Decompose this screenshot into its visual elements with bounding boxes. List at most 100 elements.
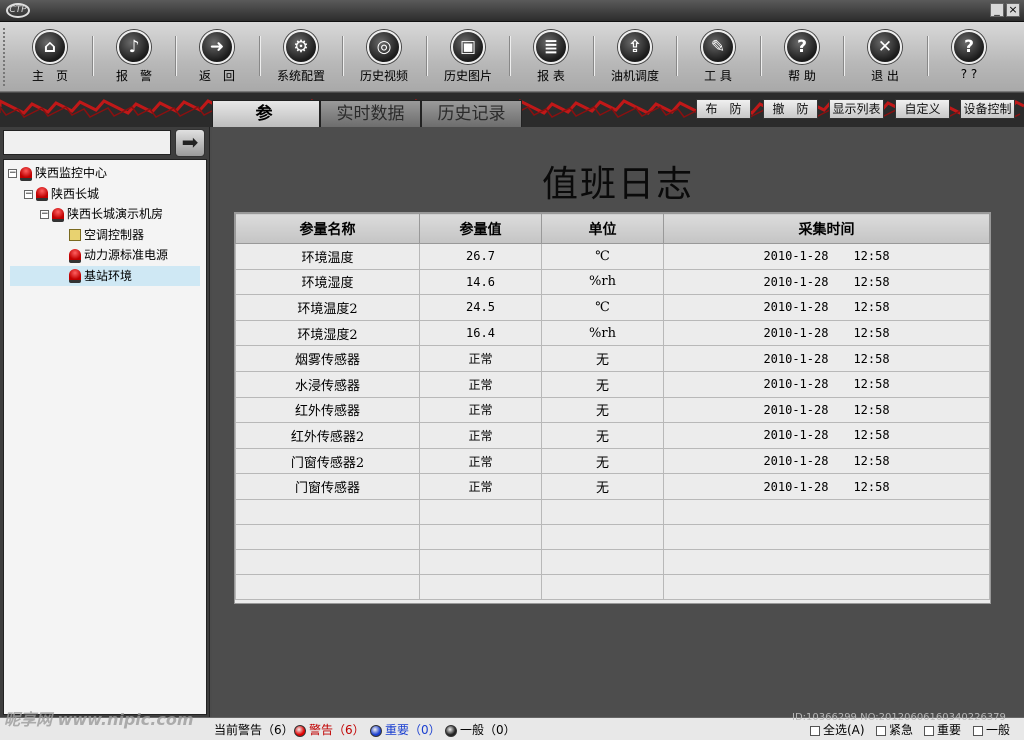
- empty-cell: [663, 523, 990, 550]
- empty-cell: [419, 548, 542, 575]
- tree-node-label: 动力源标准电源: [84, 248, 169, 262]
- column-header-time: 采集时间: [663, 213, 990, 244]
- filter-label: 一般: [986, 723, 1011, 737]
- picture-icon: ▣: [451, 30, 485, 64]
- cell-unit: 无: [541, 473, 664, 500]
- collapse-icon[interactable]: −: [40, 210, 49, 219]
- report-icon: ≣: [534, 30, 568, 64]
- show-list-button[interactable]: 显示列表: [829, 99, 884, 119]
- cell-param-name: 门窗传感器2: [235, 447, 420, 475]
- tab-history[interactable]: 历史记录: [421, 100, 522, 127]
- table-row[interactable]: 门窗传感器 正常无 2010-1-28 12:58: [235, 473, 990, 500]
- collect-date: 2010-1-28: [763, 351, 829, 366]
- empty-table-row: [235, 498, 990, 525]
- tab-params[interactable]: 参 数: [212, 100, 320, 150]
- gears-icon: ⚙: [284, 30, 318, 64]
- tree-node[interactable]: − 陕西长城演示机房: [40, 204, 163, 224]
- table-row[interactable]: 水浸传感器 正常无 2010-1-28 12:58: [235, 370, 990, 398]
- toolbar-button-generator[interactable]: ⇪ 油机调度: [600, 26, 670, 88]
- tree-node[interactable]: 基站环境: [10, 265, 200, 286]
- question-icon: ?: [952, 30, 986, 64]
- current-warning-label: 当前警告（6）: [214, 723, 294, 737]
- cell-unit: %rh: [541, 319, 664, 347]
- cell-param-value: 正常: [419, 345, 542, 372]
- table-row[interactable]: 环境湿度 14.6 %rh 2010-1-28 12:58: [235, 268, 990, 296]
- toolbar-button-bell[interactable]: ♪ 报 警: [99, 26, 169, 88]
- collect-time: 12:58: [853, 249, 890, 264]
- tab-realtime-data[interactable]: 实时数据: [320, 100, 421, 127]
- table-row[interactable]: 环境湿度2 16.4 %rh 2010-1-28 12:58: [235, 319, 990, 347]
- toolbar-separator: [426, 36, 428, 76]
- cell-unit: 无: [541, 396, 664, 424]
- status-important[interactable]: 重要（0）: [370, 721, 441, 738]
- collapse-icon[interactable]: −: [24, 189, 33, 199]
- table-row[interactable]: 环境温度2 24.5 ℃ 2010-1-28 12:58: [235, 294, 990, 321]
- tree-node[interactable]: 空调控制器: [56, 225, 144, 245]
- disarm-button[interactable]: 撤 防: [763, 99, 818, 119]
- device-tree: − 陕西监控中心 − 陕西长城 − 陕西长城演示机房 空调控制器 动力源标准电源 基站环境: [3, 159, 207, 715]
- tree-search-input[interactable]: [3, 130, 171, 155]
- collect-date: 2010-1-28: [763, 300, 829, 315]
- table-row[interactable]: 烟雾传感器 正常无 2010-1-28 12:58: [235, 345, 990, 372]
- table-row[interactable]: 环境温度 26.7 ℃ 2010-1-28 12:58: [235, 243, 990, 270]
- tree-node[interactable]: 动力源标准电源: [56, 245, 168, 265]
- empty-cell: [541, 498, 664, 525]
- cell-collect-time: 2010-1-28 12:58: [663, 319, 990, 347]
- tree-node-label: 基站环境: [84, 268, 133, 283]
- search-go-button[interactable]: ➡: [175, 129, 205, 157]
- status-warning[interactable]: 警告（6）: [294, 721, 365, 738]
- toolbar-button-report[interactable]: ≣ 报 表: [516, 26, 586, 88]
- air-conditioner-icon: [69, 229, 81, 241]
- status-normal[interactable]: 一般（0）: [445, 721, 516, 738]
- cell-collect-time: 2010-1-28 12:58: [663, 370, 990, 398]
- minimize-button[interactable]: _: [990, 3, 1004, 17]
- close-window-button[interactable]: ×: [1006, 3, 1020, 17]
- collapse-icon[interactable]: −: [8, 169, 17, 178]
- toolbar-button-gears[interactable]: ⚙ 系统配置: [266, 26, 336, 88]
- customize-button[interactable]: 自定义: [895, 99, 950, 119]
- toolbar-button-label: 报 警: [115, 69, 152, 83]
- cell-param-name: 环境湿度2: [235, 319, 420, 347]
- cell-collect-time: 2010-1-28 12:58: [663, 345, 990, 372]
- tree-node[interactable]: − 陕西监控中心: [8, 163, 107, 183]
- page-title: 值班日志: [541, 164, 694, 205]
- filter-select-all[interactable]: 全选(A): [810, 721, 865, 738]
- table-row[interactable]: 红外传感器2 正常无 2010-1-28 12:58: [235, 422, 990, 449]
- cell-param-name: 门窗传感器: [235, 473, 420, 500]
- toolbar-separator: [175, 36, 177, 76]
- toolbar-button-help[interactable]: ? 帮 助: [767, 26, 837, 88]
- empty-cell: [663, 548, 990, 575]
- duty-log-table: 参量名称 参量值 单位 采集时间 环境温度 26.7 ℃ 2010-1-28 12:58…: [234, 212, 991, 604]
- cell-param-value: 正常: [419, 370, 542, 398]
- toolbar-button-film-reel[interactable]: ◎ 历史视频: [349, 26, 419, 88]
- table-row[interactable]: 红外传感器 正常无 2010-1-28 12:58: [235, 396, 990, 424]
- toolbar-grip[interactable]: [3, 28, 7, 86]
- toolbar-button-picture[interactable]: ▣ 历史图片: [433, 26, 503, 88]
- table-row[interactable]: 门窗传感器2 正常无 2010-1-28 12:58: [235, 447, 990, 475]
- tree-node[interactable]: − 陕西长城: [24, 184, 99, 204]
- toolbar-button-question[interactable]: ? ? ?: [934, 26, 1004, 88]
- cell-param-name: 环境湿度: [235, 268, 420, 296]
- toolbar-button-exit[interactable]: ✕ 退 出: [850, 26, 920, 88]
- toolbar-separator: [259, 36, 261, 76]
- cell-collect-time: 2010-1-28 12:58: [663, 422, 990, 449]
- toolbar-button-home[interactable]: ⌂ 主 页: [15, 26, 85, 88]
- cell-param-name: 水浸传感器: [235, 370, 420, 398]
- filter-urgent[interactable]: 紧急: [876, 721, 913, 738]
- cell-unit: 无: [541, 447, 664, 475]
- cell-param-name: 红外传感器2: [235, 422, 420, 449]
- toolbar-button-wrench[interactable]: ✎ 工 具: [683, 26, 753, 88]
- cell-unit: 无: [541, 345, 664, 372]
- arm-button[interactable]: 布 防: [696, 99, 751, 119]
- cell-param-name: 环境温度2: [235, 294, 420, 321]
- filter-important[interactable]: 重要: [924, 721, 961, 738]
- tree-node-label: 陕西监控中心: [35, 166, 108, 180]
- cell-param-value: 24.5: [419, 294, 542, 321]
- toolbar-button-arrow-right[interactable]: ➜ 返 回: [182, 26, 252, 88]
- table-header-row: 参量名称 参量值 单位 采集时间: [235, 213, 990, 244]
- empty-table-row: [235, 523, 990, 550]
- collect-date: 2010-1-28: [763, 249, 829, 264]
- tree-node-label: 陕西长城演示机房: [67, 207, 164, 221]
- device-control-button[interactable]: 设备控制: [960, 99, 1015, 119]
- filter-normal[interactable]: 一般: [973, 721, 1010, 738]
